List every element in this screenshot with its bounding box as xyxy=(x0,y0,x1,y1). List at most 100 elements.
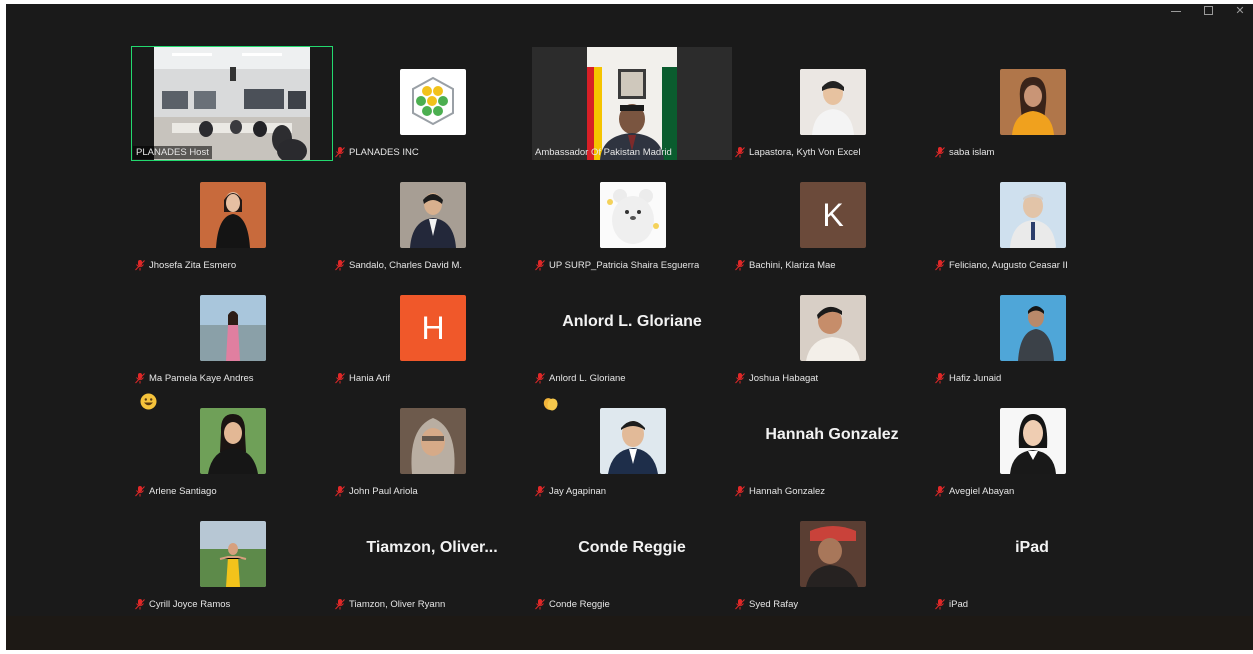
participant-name: Ambassador Of Pakistan Madrid xyxy=(535,147,672,158)
minimize-icon[interactable] xyxy=(1169,4,1183,18)
video-tile-bachini[interactable]: K Bachini, Klariza Mae xyxy=(732,160,932,273)
video-tile-planades-inc[interactable]: PLANADES INC xyxy=(332,47,532,160)
meeting-toolbar xyxy=(6,616,1253,650)
video-tile-feliciano[interactable]: Feliciano, Augusto Ceasar II xyxy=(932,160,1132,273)
muted-mic-icon xyxy=(935,147,945,158)
participant-name: Tiamzon, Oliver Ryann xyxy=(335,599,445,610)
participant-name: Bachini, Klariza Mae xyxy=(735,260,836,271)
participant-name: Lapastora, Kyth Von Excel xyxy=(735,147,860,158)
profile-photo xyxy=(800,295,866,361)
video-tile-jay-agapinan[interactable]: Jay Agapinan xyxy=(532,386,732,499)
muted-mic-icon xyxy=(535,486,545,497)
video-tile-tiamzon[interactable]: Tiamzon, Oliver... Tiamzon, Oliver Ryann xyxy=(332,499,532,612)
muted-mic-icon xyxy=(535,599,545,610)
video-tile-ma-pamela[interactable]: Ma Pamela Kaye Andres xyxy=(132,273,332,386)
muted-mic-icon xyxy=(335,373,345,384)
video-tile-anlord[interactable]: Anlord L. Gloriane Anlord L. Gloriane xyxy=(532,273,732,386)
muted-mic-icon xyxy=(735,373,745,384)
muted-mic-icon xyxy=(135,373,145,384)
display-name: Anlord L. Gloriane xyxy=(562,313,702,330)
muted-mic-icon xyxy=(935,599,945,610)
profile-photo xyxy=(800,69,866,135)
meeting-window: ✕ PLANADES Host PLANADES INC Ambassador … xyxy=(6,4,1253,650)
muted-mic-icon xyxy=(735,599,745,610)
profile-photo xyxy=(600,408,666,474)
clap-emoji-icon xyxy=(543,398,558,411)
participant-name: Anlord L. Gloriane xyxy=(535,373,626,384)
muted-mic-icon xyxy=(935,486,945,497)
profile-photo xyxy=(800,521,866,587)
profile-photo xyxy=(1000,69,1066,135)
participant-name: Arlene Santiago xyxy=(135,486,217,497)
classroom-video xyxy=(132,47,332,160)
muted-mic-icon xyxy=(335,486,345,497)
letter-avatar: K xyxy=(800,182,866,248)
participant-name: PLANADES INC xyxy=(335,147,419,158)
video-tile-hania-arif[interactable]: H Hania Arif xyxy=(332,273,532,386)
participant-name: Jay Agapinan xyxy=(535,486,606,497)
profile-photo xyxy=(1000,295,1066,361)
participant-name: Syed Rafay xyxy=(735,599,798,610)
profile-photo xyxy=(400,408,466,474)
participant-name: Feliciano, Augusto Ceasar II xyxy=(935,260,1068,271)
display-name: Hannah Gonzalez xyxy=(765,426,899,443)
muted-mic-icon xyxy=(735,260,745,271)
muted-mic-icon xyxy=(935,373,945,384)
video-tile-conde-reggie[interactable]: Conde Reggie Conde Reggie xyxy=(532,499,732,612)
participant-name: PLANADES Host xyxy=(133,146,212,159)
video-tile-hannah[interactable]: Hannah Gonzalez Hannah Gonzalez xyxy=(732,386,932,499)
bear-avatar xyxy=(600,182,666,248)
letter-avatar: H xyxy=(400,295,466,361)
participant-name: saba islam xyxy=(935,147,994,158)
video-tile-john-paul[interactable]: John Paul Ariola xyxy=(332,386,532,499)
profile-photo xyxy=(200,182,266,248)
video-tile-patricia[interactable]: UP SURP_Patricia Shaira Esguerra xyxy=(532,160,732,273)
muted-mic-icon xyxy=(135,486,145,497)
video-tile-planades-host[interactable]: PLANADES Host xyxy=(131,46,333,161)
video-tile-ambassador[interactable]: Ambassador Of Pakistan Madrid xyxy=(532,47,732,160)
muted-mic-icon xyxy=(935,260,945,271)
profile-photo xyxy=(1000,182,1066,248)
close-icon[interactable]: ✕ xyxy=(1233,4,1247,18)
participant-name: Hafiz Junaid xyxy=(935,373,1001,384)
office-video xyxy=(532,47,732,160)
participant-name: Hania Arif xyxy=(335,373,390,384)
video-tile-jhosefa[interactable]: Jhosefa Zita Esmero xyxy=(132,160,332,273)
muted-mic-icon xyxy=(735,486,745,497)
video-tile-syed-rafay[interactable]: Syed Rafay xyxy=(732,499,932,612)
profile-photo xyxy=(200,295,266,361)
muted-mic-icon xyxy=(135,599,145,610)
restore-icon[interactable] xyxy=(1201,4,1215,18)
video-tile-saba-islam[interactable]: saba islam xyxy=(932,47,1132,160)
muted-mic-icon xyxy=(335,260,345,271)
muted-mic-icon xyxy=(535,260,545,271)
video-tile-arlene[interactable]: Arlene Santiago xyxy=(132,386,332,499)
muted-mic-icon xyxy=(135,260,145,271)
display-name: iPad xyxy=(1015,539,1049,556)
display-name: Conde Reggie xyxy=(578,539,686,556)
participant-name: Avegiel Abayan xyxy=(935,486,1014,497)
participant-name: Conde Reggie xyxy=(535,599,610,610)
profile-photo xyxy=(200,521,266,587)
video-tile-hafiz-junaid[interactable]: Hafiz Junaid xyxy=(932,273,1132,386)
grinning-emoji-icon xyxy=(140,393,157,410)
video-tile-joshua[interactable]: Joshua Habagat xyxy=(732,273,932,386)
profile-photo xyxy=(1000,408,1066,474)
participant-name: Jhosefa Zita Esmero xyxy=(135,260,236,271)
participant-name: Joshua Habagat xyxy=(735,373,818,384)
video-tile-sandalo[interactable]: Sandalo, Charles David M. xyxy=(332,160,532,273)
video-tile-avegiel[interactable]: Avegiel Abayan xyxy=(932,386,1132,499)
participant-name: Sandalo, Charles David M. xyxy=(335,260,462,271)
participant-name: Hannah Gonzalez xyxy=(735,486,825,497)
profile-photo xyxy=(400,182,466,248)
video-tile-cyrill[interactable]: Cyrill Joyce Ramos xyxy=(132,499,332,612)
video-tile-lapastora[interactable]: Lapastora, Kyth Von Excel xyxy=(732,47,932,160)
participant-name: John Paul Ariola xyxy=(335,486,418,497)
display-name: Tiamzon, Oliver... xyxy=(366,539,498,556)
window-controls: ✕ xyxy=(1169,4,1247,18)
video-tile-ipad[interactable]: iPad iPad xyxy=(932,499,1132,612)
participant-name: Cyrill Joyce Ramos xyxy=(135,599,230,610)
profile-photo xyxy=(200,408,266,474)
participant-name: UP SURP_Patricia Shaira Esguerra xyxy=(535,260,699,271)
honeycomb-logo-avatar xyxy=(400,69,466,135)
